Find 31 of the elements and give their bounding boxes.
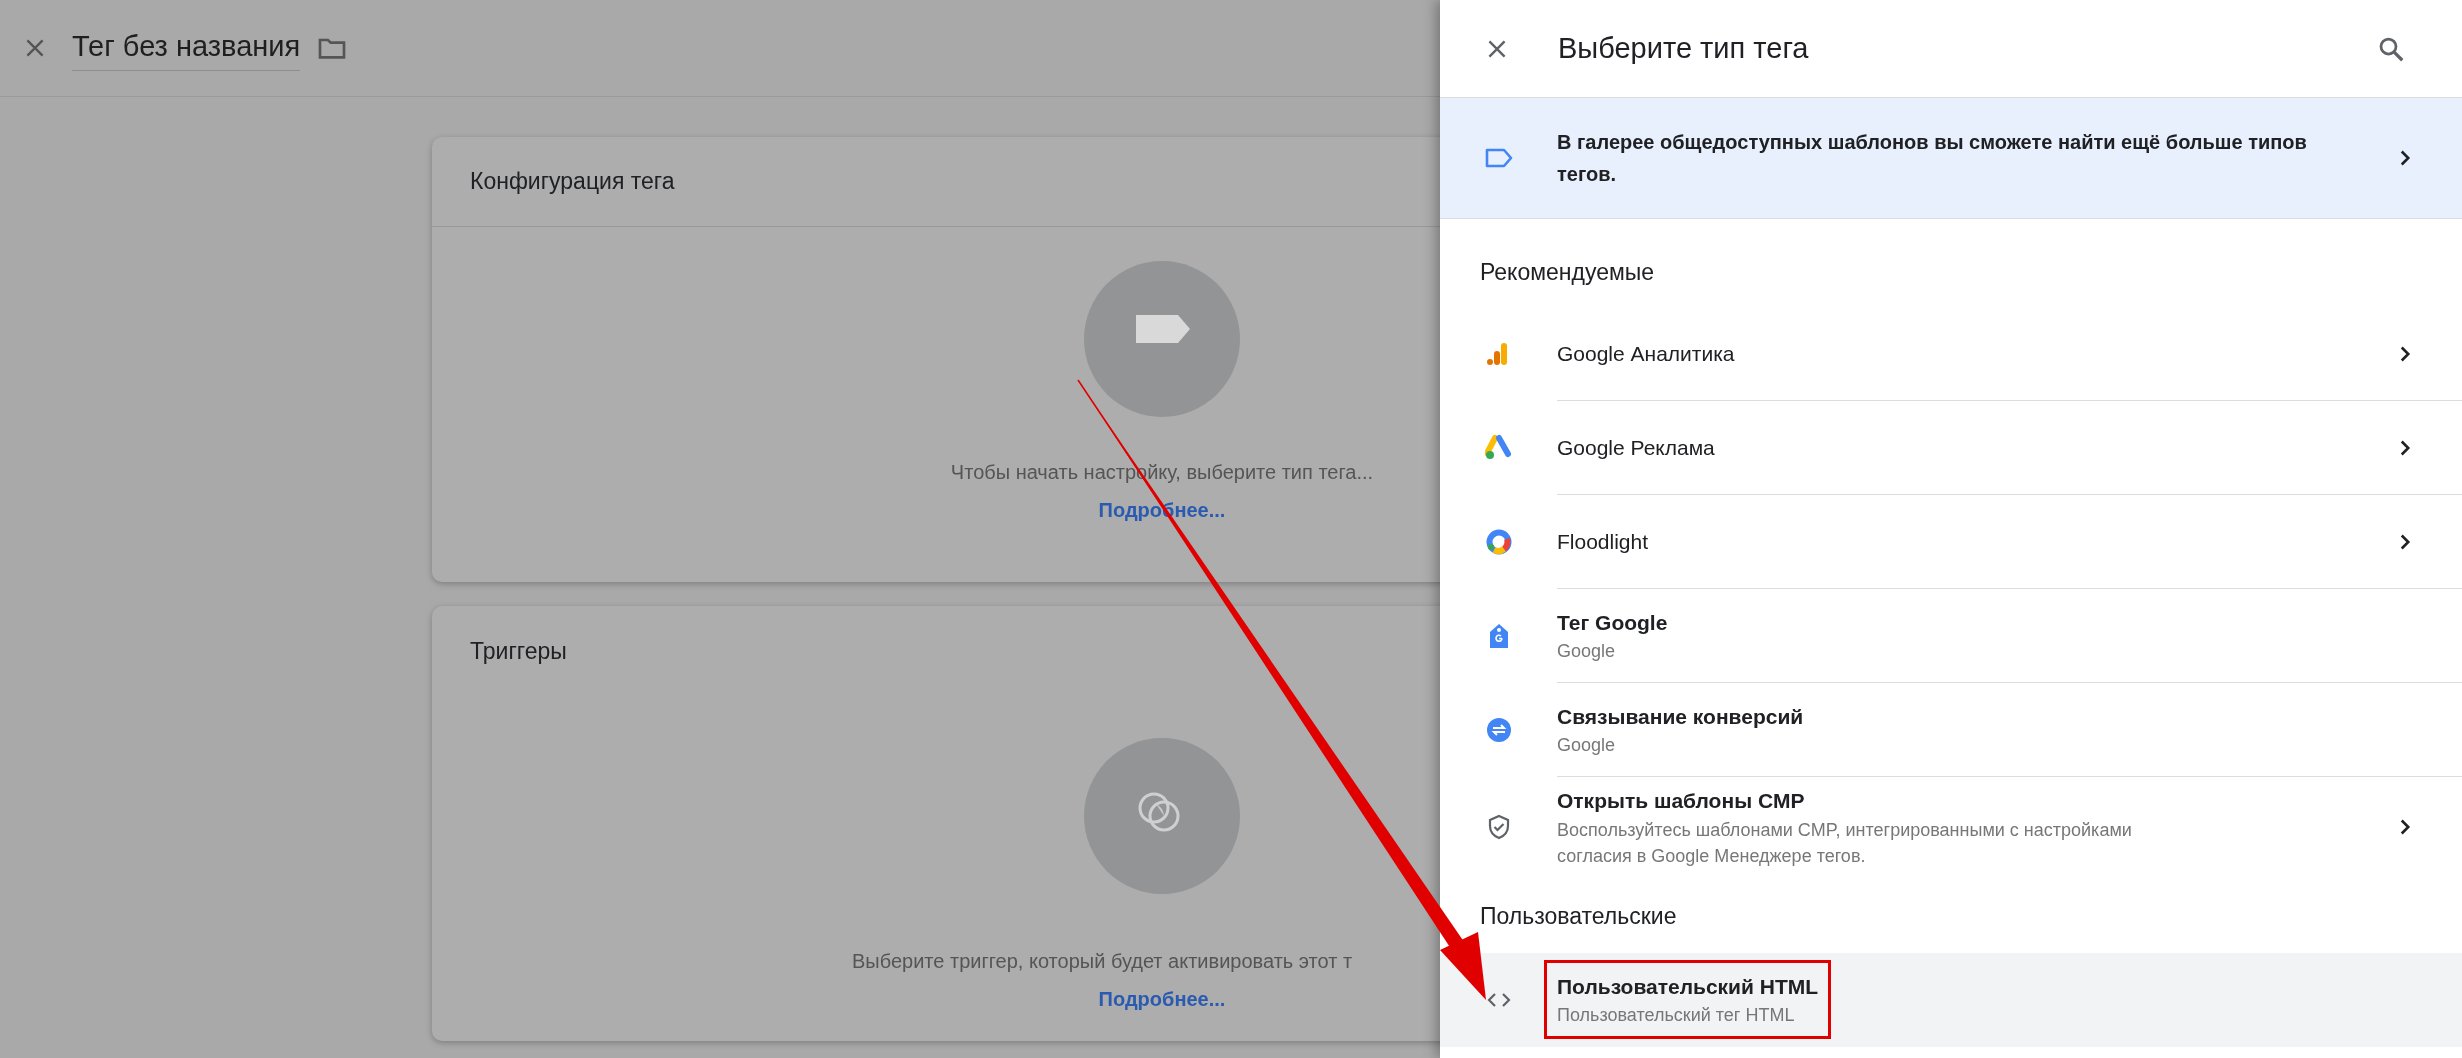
item-title: Связывание конверсий [1557,703,1804,730]
tag-type-item[interactable]: Открыть шаблоны CMP Воспользуйтесь шаблонами CMP, интегрированными с настройками согласия в Google Менеджере тегов. [1440,777,2462,877]
item-title: Google Аналитика [1557,340,1735,367]
gallery-banner[interactable]: В галерее общедоступных шаблонов вы сможете найти ещё больше типов тегов. [1440,97,2462,219]
item-description: Google [1557,640,1617,664]
item-title: Floodlight [1557,528,1649,555]
section-heading: Рекомендуемые [1480,259,1655,285]
card-title: Триггеры [470,636,567,666]
swap-arrows-icon [1484,716,1513,744]
tag-type-item[interactable]: Связывание конверсий Google [1440,683,2462,777]
item-description: Пользовательский тег HTML [1557,1004,1796,1028]
tag-type-item[interactable]: Пользовательский HTML Пользовательский тег HTML [1440,952,2462,1047]
tag-name-field[interactable]: Тег без названия [72,24,301,72]
item-title: Открыть шаблоны CMP [1557,788,1806,814]
tag-type-item[interactable]: Floodlight [1440,495,2462,589]
banner-text: В галерее общедоступных шаблонов вы сможете найти ещё больше типов тегов. [1557,130,2308,187]
tag-type-item[interactable]: Google Аналитика [1440,307,2462,401]
item-description: Google [1557,734,1617,758]
ads-logo-icon [1484,434,1513,462]
tag-icon [1483,147,1514,169]
item-title: Пользовательский HTML [1557,973,1819,1000]
panel-title: Выберите тип тега [1558,30,1809,66]
card-title: Конфигурация тега [470,167,675,197]
tag-type-item[interactable]: Тег Google Google [1440,589,2462,683]
item-title: Google Реклама [1557,434,1715,461]
tag-type-item[interactable]: Google Реклама [1440,401,2462,495]
item-description: Воспользуйтесь шаблонами CMP, интегрированными с настройками согласия в Google Менеджере тегов. [1557,818,2133,868]
section-heading: Пользовательские [1480,902,1677,929]
card-hint: Выберите триггер, который будет активировать этот т [852,949,1353,974]
ring-logo-icon [1484,528,1513,556]
item-title: Тег Google [1557,609,1668,636]
